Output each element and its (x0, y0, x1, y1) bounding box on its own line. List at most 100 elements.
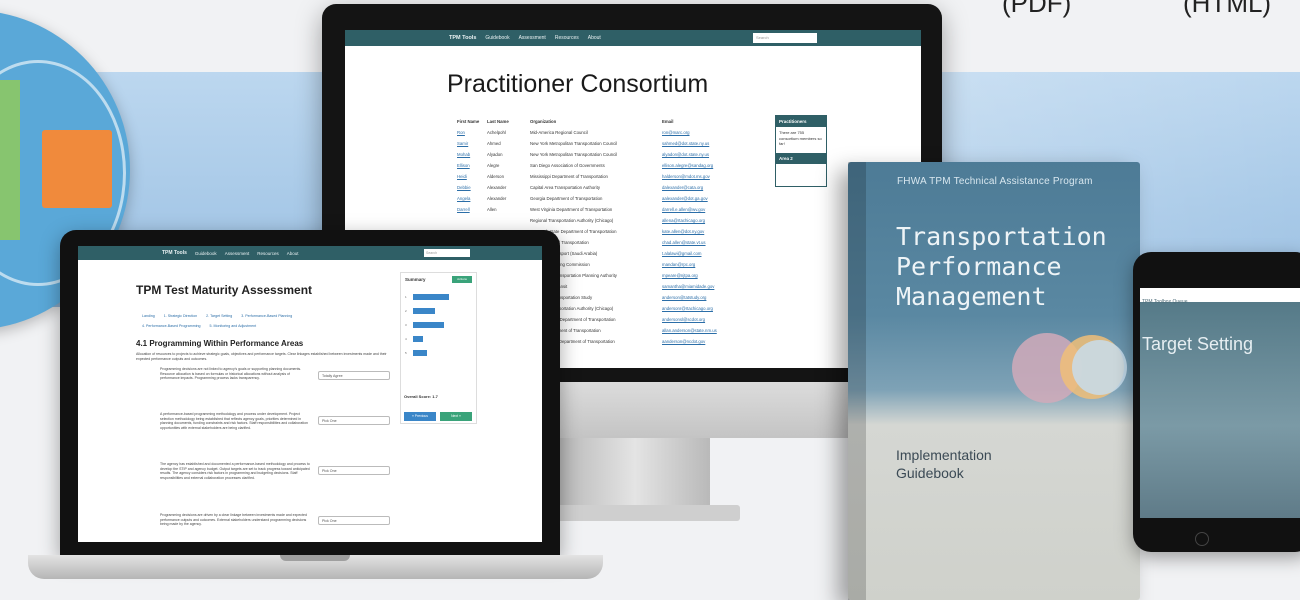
table-row: Heidi Alderson Mississippi Department of T… (457, 171, 757, 182)
crumb-performance-planning[interactable]: 3. Performance-Based Planning (241, 314, 292, 318)
previous-button[interactable]: « Previous (404, 412, 436, 421)
organization-cell: Georgia Department of Transportation (530, 196, 603, 201)
laptop-notch (280, 555, 350, 561)
organization-cell: Regional Transportation Authority (Chica… (530, 218, 614, 223)
email-cell[interactable]: kate.allen@dot.ny.gov (662, 229, 757, 234)
first-name-cell[interactable]: Angela (457, 196, 487, 201)
crumb-strategic-direction[interactable]: 1. Strategic Direction (164, 314, 197, 318)
practitioners-count-text: There are 755 consortium members so far! (779, 130, 822, 146)
cover-circle-blue (1072, 340, 1127, 395)
guidebook-title-line-1: Transportation (896, 222, 1107, 251)
laptop-search-input[interactable]: Search (424, 249, 470, 257)
laptop-screen: TPM Tools Guidebook Assessment Resources… (78, 246, 542, 542)
html-label: (HTML) (1183, 0, 1272, 18)
email-cell[interactable]: mpeare@njtpa.org (662, 273, 757, 278)
table-row: Ellison Alegre San Diego Association of Go… (457, 160, 757, 171)
email-cell[interactable]: dalexander@cata.org (662, 185, 757, 190)
next-button[interactable]: Next » (440, 412, 472, 421)
desktop-search-input[interactable]: Search (753, 33, 817, 43)
email-cell[interactable]: ellison.alegre@sandag.org (662, 163, 757, 168)
summary-bar-label: 1 (405, 295, 407, 299)
first-name-cell[interactable]: Debbie (457, 185, 487, 190)
summary-bar (413, 336, 423, 342)
organization-cell: Mid-America Regional Council (530, 130, 588, 135)
overall-score-value: 1.7 (432, 394, 438, 399)
last-name-cell: Alyadon (487, 152, 503, 157)
guidebook-spine-shadow (848, 162, 866, 600)
laptop-nav-resources[interactable]: Resources (257, 251, 279, 256)
email-cell[interactable]: andersonsl@scdot.org (662, 317, 757, 322)
summary-bar (413, 322, 444, 328)
crumb-target-setting[interactable]: 2. Target Setting (206, 314, 232, 318)
email-cell[interactable]: aanderson@ncdot.gov (662, 339, 757, 344)
email-cell[interactable]: samantha@miamidade.gov (662, 284, 757, 289)
summary-panel: Summary Actions 1 2 3 4 5 (400, 272, 477, 424)
assessment-title: TPM Test Maturity Assessment (136, 283, 313, 297)
crumb-monitoring[interactable]: 5. Monitoring and Adjustment (210, 324, 257, 328)
email-cell[interactable]: allan.anderson@state.nm.us (662, 328, 757, 333)
question-1-select[interactable]: Totally Agree (318, 371, 390, 380)
question-2-select[interactable]: Pick One (318, 416, 390, 425)
practitioners-area-link[interactable]: Area 2 (776, 152, 826, 164)
email-cell[interactable]: darrell.e.allen@wv.gov (662, 207, 757, 212)
email-cell[interactable]: t.alalawi@gmail.com (662, 251, 757, 256)
email-cell[interactable]: chad.allen@state.vt.us (662, 240, 757, 245)
desktop-nav-bar: TPM Tools Guidebook Assessment Resources… (345, 30, 921, 46)
guidebook-subtitle-line-2: Guidebook (896, 465, 964, 481)
organization-cell: San Diego Association of Governments (530, 163, 605, 168)
table-row: Darrell Allen West Virginia Department of … (457, 204, 757, 215)
tablet-screen (1140, 288, 1300, 518)
laptop-nav-about[interactable]: About (287, 251, 299, 256)
organization-cell: New York Metropolitan Transportation Cou… (530, 141, 618, 146)
question-2-text: A performance-based programming methodol… (160, 412, 308, 430)
email-cell[interactable]: andersonr@rtachicago.org (662, 306, 757, 311)
summary-bar-label: 2 (405, 309, 407, 313)
guidebook-program-name: FHWA TPM Technical Assistance Program (897, 176, 1093, 187)
first-name-cell[interactable]: Samir (457, 141, 487, 146)
desktop-nav-assessment[interactable]: Assessment (519, 35, 546, 41)
desktop-nav-about[interactable]: About (588, 35, 601, 41)
desktop-nav-resources[interactable]: Resources (555, 35, 579, 41)
email-cell[interactable]: alyadon@dot.state.ny.us (662, 152, 757, 157)
first-name-cell[interactable]: Ellison (457, 163, 487, 168)
tablet-page-heading: Target Setting (1142, 334, 1254, 354)
laptop-nav-guidebook[interactable]: Guidebook (195, 251, 217, 256)
first-name-cell[interactable]: Ron (457, 130, 487, 135)
email-cell[interactable]: anderson@tatstudy.org (662, 295, 757, 300)
laptop-nav-assessment[interactable]: Assessment (225, 251, 250, 256)
first-name-cell[interactable]: Heidi (457, 174, 487, 179)
email-cell[interactable]: ron@marc.org (662, 130, 757, 135)
summary-title: Summary (405, 277, 426, 282)
first-name-cell[interactable]: Mohab (457, 152, 487, 157)
practitioners-sidebar: Practitioners There are 755 consortium m… (775, 115, 827, 187)
table-row: Ron Achelpohl Mid-America Regional Council… (457, 127, 757, 138)
section-description: Allocation of resources to projects to a… (136, 352, 387, 361)
crumb-performance-programming[interactable]: 4. Performance-Based Programming (142, 324, 201, 328)
organization-cell: New York Metropolitan Transportation Cou… (530, 152, 618, 157)
tablet-home-button[interactable] (1195, 532, 1209, 546)
practitioners-header: Practitioners (776, 116, 826, 127)
summary-bar (413, 350, 427, 356)
table-header-row: First Name Last Name Organization Email (457, 116, 757, 127)
first-name-cell[interactable]: Darrell (457, 207, 487, 212)
last-name-cell: Alegre (487, 163, 500, 168)
question-4-select[interactable]: Pick One (318, 516, 390, 525)
desktop-nav-guidebook[interactable]: Guidebook (485, 35, 509, 41)
table-row: Samir Ahmed New York Metropolitan Transpor… (457, 138, 757, 149)
last-name-cell: Achelpohl (487, 130, 506, 135)
email-cell[interactable]: halderson@mdot.ms.gov (662, 174, 757, 179)
overall-score: Overall Score: 1.7 (404, 394, 438, 399)
last-name-cell: Ahmed (487, 141, 501, 146)
summary-bar-label: 3 (405, 323, 407, 327)
email-cell[interactable]: allena@rtachicago.org (662, 218, 757, 223)
question-3-select[interactable]: Pick One (318, 466, 390, 475)
assessment-breadcrumbs: Landing 1. Strategic Direction 2. Target… (142, 311, 332, 331)
email-cell[interactable]: mandan@rpc.org (662, 262, 757, 267)
laptop-brand-link[interactable]: TPM Tools (162, 250, 187, 256)
last-name-cell: Allen (487, 207, 497, 212)
desktop-brand-link[interactable]: TPM Tools (449, 35, 476, 41)
summary-actions-button[interactable]: Actions (452, 276, 472, 283)
crumb-landing[interactable]: Landing (142, 314, 155, 318)
email-cell[interactable]: aalexander@dot.ga.gov (662, 196, 757, 201)
email-cell[interactable]: sahmed@dot.state.ny.us (662, 141, 757, 146)
